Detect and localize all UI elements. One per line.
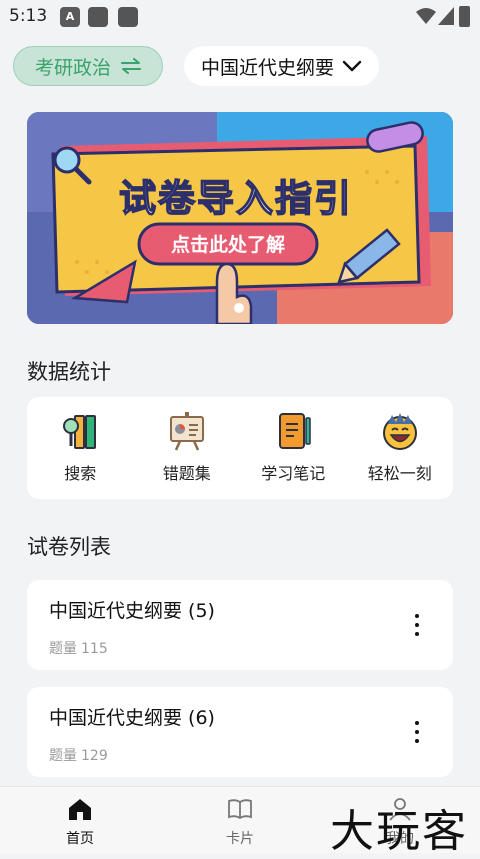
question-count-label: 题量 bbox=[49, 641, 77, 657]
more-options-icon[interactable] bbox=[405, 719, 429, 745]
paper-title: 中国近代史纲要 (5) bbox=[49, 600, 215, 622]
stat-item-search[interactable]: 搜索 bbox=[27, 397, 134, 499]
stat-label: 搜索 bbox=[64, 464, 97, 483]
banner-cta[interactable]: 点击此处了解 bbox=[139, 230, 317, 257]
paper-list-item[interactable]: 中国近代史纲要 (5) 题量 115 bbox=[27, 580, 453, 670]
stat-label: 学习笔记 bbox=[261, 464, 326, 483]
course-dropdown[interactable]: 中国近代史纲要 bbox=[184, 46, 379, 86]
paper-question-count: 题量 129 bbox=[49, 745, 108, 765]
open-book-icon bbox=[228, 799, 252, 820]
paper-question-count: 题量 115 bbox=[49, 638, 108, 658]
nav-tab-home[interactable]: 首页 bbox=[0, 787, 160, 853]
stat-label: 轻松一刻 bbox=[367, 464, 432, 483]
subject-label: 考研政治 bbox=[34, 56, 111, 79]
notification-a-icon: A bbox=[60, 7, 80, 27]
question-count-value: 129 bbox=[81, 748, 108, 764]
status-time: 5:13 bbox=[9, 6, 48, 26]
stat-label: 错题集 bbox=[162, 464, 211, 483]
course-label: 中国近代史纲要 bbox=[200, 56, 334, 79]
paper-list-item[interactable]: 中国近代史纲要 (6) 题量 129 bbox=[27, 687, 453, 777]
search-books-icon bbox=[63, 415, 97, 449]
nav-tab-cards[interactable]: 卡片 bbox=[160, 787, 320, 853]
stats-section-title: 数据统计 bbox=[27, 360, 111, 384]
presentation-board-icon bbox=[169, 412, 204, 451]
chevron-down-icon bbox=[342, 60, 362, 72]
notification-icon bbox=[118, 7, 138, 27]
battery-icon bbox=[459, 6, 470, 27]
nav-label: 首页 bbox=[66, 831, 94, 847]
import-guide-banner[interactable]: 试卷导入指引 点击此处了解 bbox=[27, 112, 453, 324]
stat-item-notes[interactable]: 学习笔记 bbox=[240, 397, 347, 499]
home-icon bbox=[69, 799, 91, 820]
question-count-label: 题量 bbox=[49, 748, 77, 764]
papers-section-title: 试卷列表 bbox=[27, 535, 111, 559]
wifi-icon bbox=[416, 8, 436, 24]
stat-item-relax[interactable]: 轻松一刻 bbox=[347, 397, 454, 499]
status-bar: 5:13 A bbox=[0, 0, 480, 34]
notebook-icon bbox=[279, 413, 311, 449]
question-count-value: 115 bbox=[81, 641, 108, 657]
stat-item-wrong-questions[interactable]: 错题集 bbox=[134, 397, 241, 499]
swap-icon bbox=[121, 58, 141, 74]
more-options-icon[interactable] bbox=[405, 612, 429, 638]
laughing-face-icon bbox=[382, 413, 417, 450]
banner-title: 试卷导入指引 bbox=[118, 176, 353, 221]
stats-card: 搜索 错题集 学习笔记 轻松一刻 bbox=[27, 397, 453, 499]
paper-title: 中国近代史纲要 (6) bbox=[49, 707, 215, 729]
subject-switch-button[interactable]: 考研政治 bbox=[13, 46, 163, 86]
signal-icon bbox=[438, 7, 454, 25]
notification-icon bbox=[88, 7, 108, 27]
watermark-logo: 大玩客 bbox=[330, 806, 468, 857]
nav-label: 卡片 bbox=[226, 831, 254, 847]
